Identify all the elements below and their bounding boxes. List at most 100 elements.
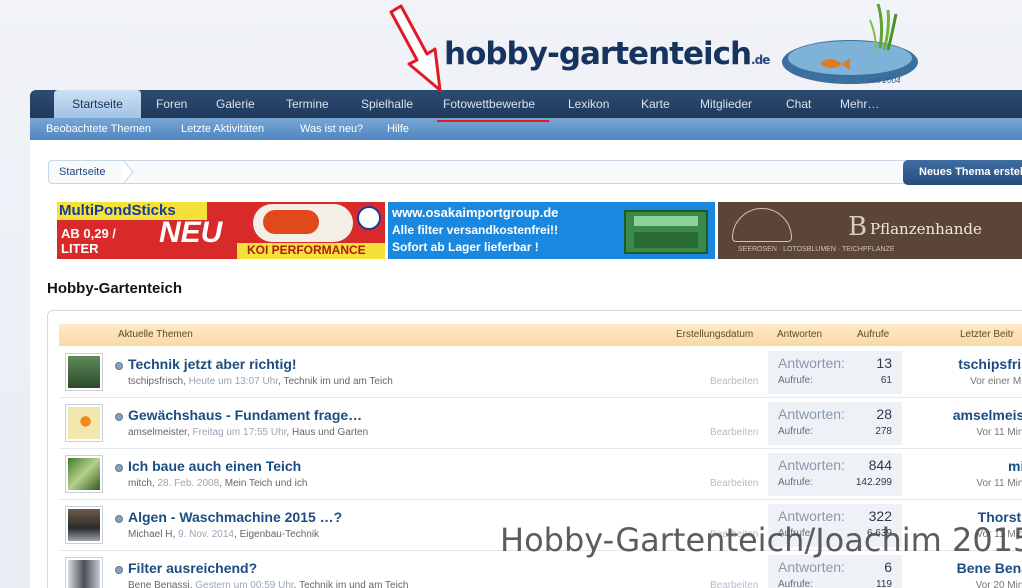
header-views[interactable]: Aufrufe bbox=[857, 324, 889, 346]
thread-meta: amselmeister, Freitag um 17:55 Uhr, Haus… bbox=[128, 427, 369, 438]
red-arrow-annotation-icon bbox=[389, 4, 442, 92]
views-count: 278 bbox=[875, 426, 892, 437]
tab-termine[interactable]: Termine bbox=[286, 90, 329, 118]
subnav-letzte-aktivitaeten[interactable]: Letzte Aktivitäten bbox=[181, 118, 264, 140]
thread-stats: Antworten: 13 Aufrufe: 61 bbox=[768, 351, 902, 394]
banner-2-line2: Alle filter versandkostenfrei!! bbox=[392, 223, 559, 237]
banner-2-line1: www.osakaimportgroup.de bbox=[392, 205, 559, 220]
thread-date: Freitag um 17:55 Uhr bbox=[192, 427, 287, 438]
main-navbar: Startseite Foren Galerie Termine Spielha… bbox=[30, 90, 1022, 120]
thread-author[interactable]: tschipsfrisch bbox=[128, 376, 183, 387]
logo-main-text: hobby-gartenteich bbox=[444, 36, 752, 72]
thread-date: 28. Feb. 2008 bbox=[157, 478, 220, 489]
tab-spielhalle[interactable]: Spielhalle bbox=[361, 90, 413, 118]
thread-author[interactable]: Bene Benassi bbox=[128, 580, 190, 588]
banner-1-line4: KOI PERFORMANCE bbox=[247, 243, 366, 257]
thread-thumbnail[interactable] bbox=[65, 353, 103, 391]
tab-mitglieder[interactable]: Mitglieder bbox=[700, 90, 752, 118]
last-post-user[interactable]: tschipsfris bbox=[958, 356, 1022, 372]
edit-link[interactable]: Bearbeiten bbox=[710, 478, 758, 489]
answers-label: Antworten: bbox=[778, 355, 845, 371]
answers-count: 13 bbox=[876, 355, 892, 371]
tab-fotowettbewerbe[interactable]: Fotowettbewerbe bbox=[443, 90, 535, 118]
table-header: Aktuelle Themen Erstellungsdatum Antwort… bbox=[59, 324, 1022, 346]
tab-lexikon[interactable]: Lexikon bbox=[568, 90, 609, 118]
thread-thumbnail[interactable] bbox=[65, 404, 103, 442]
thread-forum[interactable]: Technik im und am Teich bbox=[299, 580, 408, 588]
section-title: Hobby-Gartenteich bbox=[47, 280, 183, 297]
answers-count: 28 bbox=[876, 406, 892, 422]
thread-title[interactable]: Technik jetzt aber richtig! bbox=[128, 356, 297, 372]
tab-galerie[interactable]: Galerie bbox=[216, 90, 255, 118]
tab-karte[interactable]: Karte bbox=[641, 90, 670, 118]
thread-forum[interactable]: Mein Teich und ich bbox=[225, 478, 308, 489]
thread-thumbnail[interactable] bbox=[65, 557, 103, 588]
banner-1-line2: AB 0,29 / LITER bbox=[61, 226, 116, 256]
pond-logo-icon bbox=[782, 3, 918, 84]
thread-status-icon bbox=[115, 515, 123, 523]
thread-stats: Antworten: 844 Aufrufe: 142.299 bbox=[768, 453, 902, 496]
thread-forum[interactable]: Technik im und am Teich bbox=[283, 376, 392, 387]
subnav-hilfe[interactable]: Hilfe bbox=[387, 118, 409, 140]
header-threads[interactable]: Aktuelle Themen bbox=[118, 324, 193, 346]
thread-author[interactable]: Michael H bbox=[128, 529, 172, 540]
thread-title[interactable]: Ich baue auch einen Teich bbox=[128, 458, 301, 474]
banner-3-line1: Pflanzenhande bbox=[870, 220, 982, 238]
edit-link[interactable]: Bearbeiten bbox=[710, 580, 758, 588]
last-post-user[interactable]: amselmeist bbox=[953, 407, 1022, 423]
red-underline-annotation bbox=[437, 120, 549, 122]
thread-forum[interactable]: Eigenbau-Technik bbox=[240, 529, 320, 540]
views-label: Aufrufe: bbox=[778, 375, 814, 386]
views-label: Aufrufe: bbox=[778, 426, 814, 437]
last-post-user[interactable]: mit bbox=[1008, 458, 1022, 474]
edit-link[interactable]: Bearbeiten bbox=[710, 427, 758, 438]
thread-status-icon bbox=[115, 464, 123, 472]
tab-chat[interactable]: Chat bbox=[786, 90, 811, 118]
header-last-post[interactable]: Letzter Beitr bbox=[960, 324, 1014, 346]
new-thread-button[interactable]: Neues Thema erstel bbox=[903, 160, 1022, 185]
forum-page: hobby-gartenteich.de seit 2004 Startseit… bbox=[0, 0, 1022, 588]
site-logo[interactable]: hobby-gartenteich.de seit 2004 bbox=[380, 0, 940, 92]
thread-thumbnail[interactable] bbox=[65, 506, 103, 544]
answers-label: Antworten: bbox=[778, 559, 845, 575]
last-post-user[interactable]: Bene Bena bbox=[957, 560, 1022, 576]
table-row[interactable]: Ich baue auch einen Teich mitch, 28. Feb… bbox=[59, 449, 1022, 500]
thread-title[interactable]: Algen - Waschmachine 2015 …? bbox=[128, 509, 342, 525]
tab-startseite[interactable]: Startseite bbox=[54, 90, 141, 120]
thread-date: 9. Nov. 2014 bbox=[178, 529, 234, 540]
last-post-time: Vor 11 Minu bbox=[976, 478, 1022, 489]
banner-multipondsticks[interactable]: MultiPondSticks AB 0,29 / LITER NEU KOI … bbox=[57, 202, 385, 259]
thread-title[interactable]: Gewächshaus - Fundament frage… bbox=[128, 407, 362, 423]
logo-since: seit 2004 bbox=[868, 76, 901, 85]
views-count: 61 bbox=[880, 375, 892, 386]
banner-2-line3: Sofort ab Lager lieferbar ! bbox=[392, 240, 539, 254]
thread-forum[interactable]: Haus und Garten bbox=[292, 427, 368, 438]
views-count: 119 bbox=[876, 579, 892, 588]
breadcrumb: Startseite bbox=[48, 160, 928, 184]
subnav-was-ist-neu[interactable]: Was ist neu? bbox=[300, 118, 363, 140]
thread-title[interactable]: Filter ausreichend? bbox=[128, 560, 257, 576]
subnav-beobachtete-themen[interactable]: Beobachtete Themen bbox=[46, 118, 151, 140]
header-answers[interactable]: Antworten bbox=[777, 324, 822, 346]
table-row[interactable]: Technik jetzt aber richtig! tschipsfrisc… bbox=[59, 347, 1022, 398]
last-post-time: Vor 11 Minu bbox=[976, 427, 1022, 438]
thread-stats: Antworten: 28 Aufrufe: 278 bbox=[768, 402, 902, 445]
thread-stats: Antworten: 6 Aufrufe: 119 bbox=[768, 555, 902, 588]
banner-pflanzenhandel[interactable]: B Pflanzenhande SEEROSEN · LOTOSBLUMEN ·… bbox=[718, 202, 1022, 259]
tab-foren[interactable]: Foren bbox=[156, 90, 187, 118]
views-count: 142.299 bbox=[855, 477, 892, 488]
thread-author[interactable]: mitch bbox=[128, 478, 152, 489]
tab-mehr[interactable]: Mehr… bbox=[840, 90, 879, 118]
table-row[interactable]: Gewächshaus - Fundament frage… amselmeis… bbox=[59, 398, 1022, 449]
last-post-time: Vor 20 Minu bbox=[975, 580, 1022, 588]
header-created[interactable]: Erstellungsdatum bbox=[676, 324, 753, 346]
logo-suffix: .de bbox=[751, 53, 770, 67]
answers-count: 844 bbox=[868, 457, 892, 473]
thread-meta: tschipsfrisch, Heute um 13:07 Uhr, Techn… bbox=[128, 376, 393, 387]
thread-author[interactable]: amselmeister bbox=[128, 427, 187, 438]
banner-osaka-import[interactable]: www.osakaimportgroup.de Alle filter vers… bbox=[388, 202, 715, 259]
edit-link[interactable]: Bearbeiten bbox=[710, 376, 758, 387]
thread-status-icon bbox=[115, 566, 123, 574]
breadcrumb-home[interactable]: Startseite bbox=[49, 161, 115, 183]
thread-thumbnail[interactable] bbox=[65, 455, 103, 493]
